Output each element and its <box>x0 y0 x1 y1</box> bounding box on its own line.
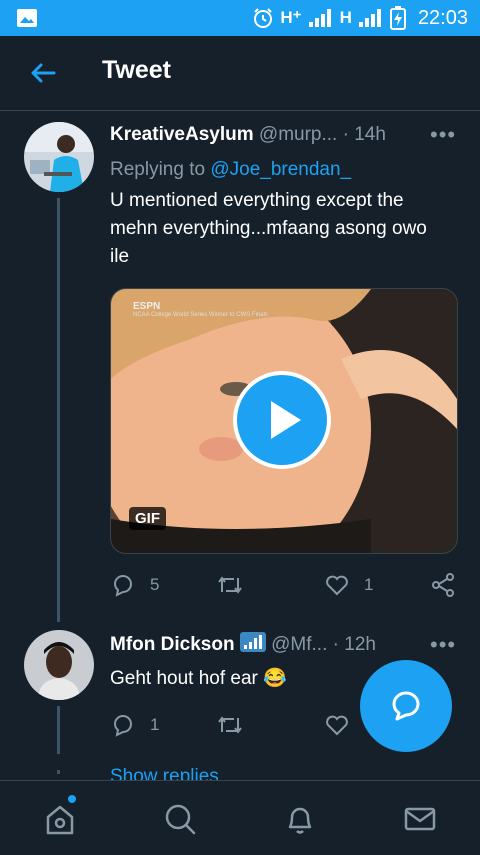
tweet-header: Mfon Dickson @Mf... · 12h <box>110 632 376 656</box>
reply-bubble-icon <box>392 691 420 721</box>
nav-notifications[interactable] <box>282 801 318 837</box>
replying-label: Replying to <box>110 159 206 180</box>
heart-icon <box>326 715 348 736</box>
tweet-time: · 12h <box>332 634 376 655</box>
more-options-icon[interactable]: ••• <box>430 632 456 658</box>
reply-action[interactable]: 1 <box>110 712 159 738</box>
retweet-action[interactable] <box>216 572 258 598</box>
reply-count: 5 <box>150 575 160 594</box>
tweet-header: KreativeAsylum @murp... · 14h <box>110 124 386 146</box>
heart-icon <box>326 575 348 596</box>
play-icon <box>271 401 301 439</box>
status-bar: H⁺ H 22:03 <box>0 0 480 36</box>
battery-charging-icon <box>389 6 406 30</box>
signal-emoji-icon <box>239 632 266 652</box>
watermark-caption: NCAA College World Series Winner to CWS … <box>133 312 268 318</box>
search-icon <box>165 804 196 835</box>
bottom-navigation <box>0 780 480 855</box>
author-handle[interactable]: @Mf... <box>271 634 327 655</box>
retweet-icon <box>218 716 242 734</box>
replying-to: Replying to @Joe_brendan_ <box>110 159 351 181</box>
espn-watermark: ESPN NCAA College World Series Winner to… <box>133 301 268 318</box>
author-name[interactable]: KreativeAsylum <box>110 124 254 145</box>
bell-icon <box>288 807 312 834</box>
nav-messages[interactable] <box>402 801 438 837</box>
page-title: Tweet <box>102 56 171 84</box>
retweet-action[interactable] <box>216 712 244 738</box>
share-action[interactable] <box>430 572 456 598</box>
thread-line <box>57 198 60 622</box>
compose-reply-button[interactable] <box>360 660 452 752</box>
author-name[interactable]: Mfon Dickson <box>110 634 235 655</box>
retweet-icon <box>218 576 242 594</box>
notification-dot <box>68 795 76 803</box>
like-count: 1 <box>364 575 374 594</box>
like-action[interactable] <box>324 712 350 738</box>
reply-icon <box>113 715 132 737</box>
back-arrow-icon[interactable] <box>28 58 58 88</box>
avatar[interactable] <box>24 122 94 192</box>
alarm-icon <box>254 8 273 28</box>
thread-line-dots <box>57 770 60 774</box>
avatar-image <box>24 122 94 192</box>
nav-home[interactable] <box>42 801 78 837</box>
gif-badge: GIF <box>129 507 166 530</box>
reply-icon <box>113 575 132 597</box>
thread-line <box>57 706 60 754</box>
share-icon <box>432 573 454 597</box>
play-button[interactable] <box>233 371 331 469</box>
avatar-image <box>24 630 94 700</box>
gallery-icon <box>17 9 37 27</box>
tweet-time: · 14h <box>342 124 386 145</box>
more-options-icon[interactable]: ••• <box>430 122 456 148</box>
author-handle[interactable]: @murp... <box>259 124 337 145</box>
like-action[interactable]: 1 <box>324 572 373 598</box>
avatar[interactable] <box>24 630 94 700</box>
nav-search[interactable] <box>162 801 198 837</box>
mail-icon <box>404 807 436 831</box>
status-right: H⁺ H 22:03 <box>252 4 468 32</box>
top-bar: Tweet <box>0 36 480 111</box>
reply-action[interactable]: 5 <box>110 572 159 598</box>
home-icon <box>46 805 74 835</box>
watermark-text: ESPN <box>133 301 161 312</box>
signal-icon-2 <box>358 9 381 27</box>
gif-media[interactable]: ESPN NCAA College World Series Winner to… <box>110 288 458 554</box>
signal-icon <box>308 9 331 27</box>
reply-count: 1 <box>150 715 160 734</box>
clock: 22:03 <box>417 6 468 29</box>
tweet-text: U mentioned everything except the mehn e… <box>110 190 427 267</box>
mention-link[interactable]: @Joe_brendan_ <box>210 159 351 180</box>
network-type-1: H⁺ <box>280 8 302 27</box>
network-type-2: H <box>339 8 352 27</box>
